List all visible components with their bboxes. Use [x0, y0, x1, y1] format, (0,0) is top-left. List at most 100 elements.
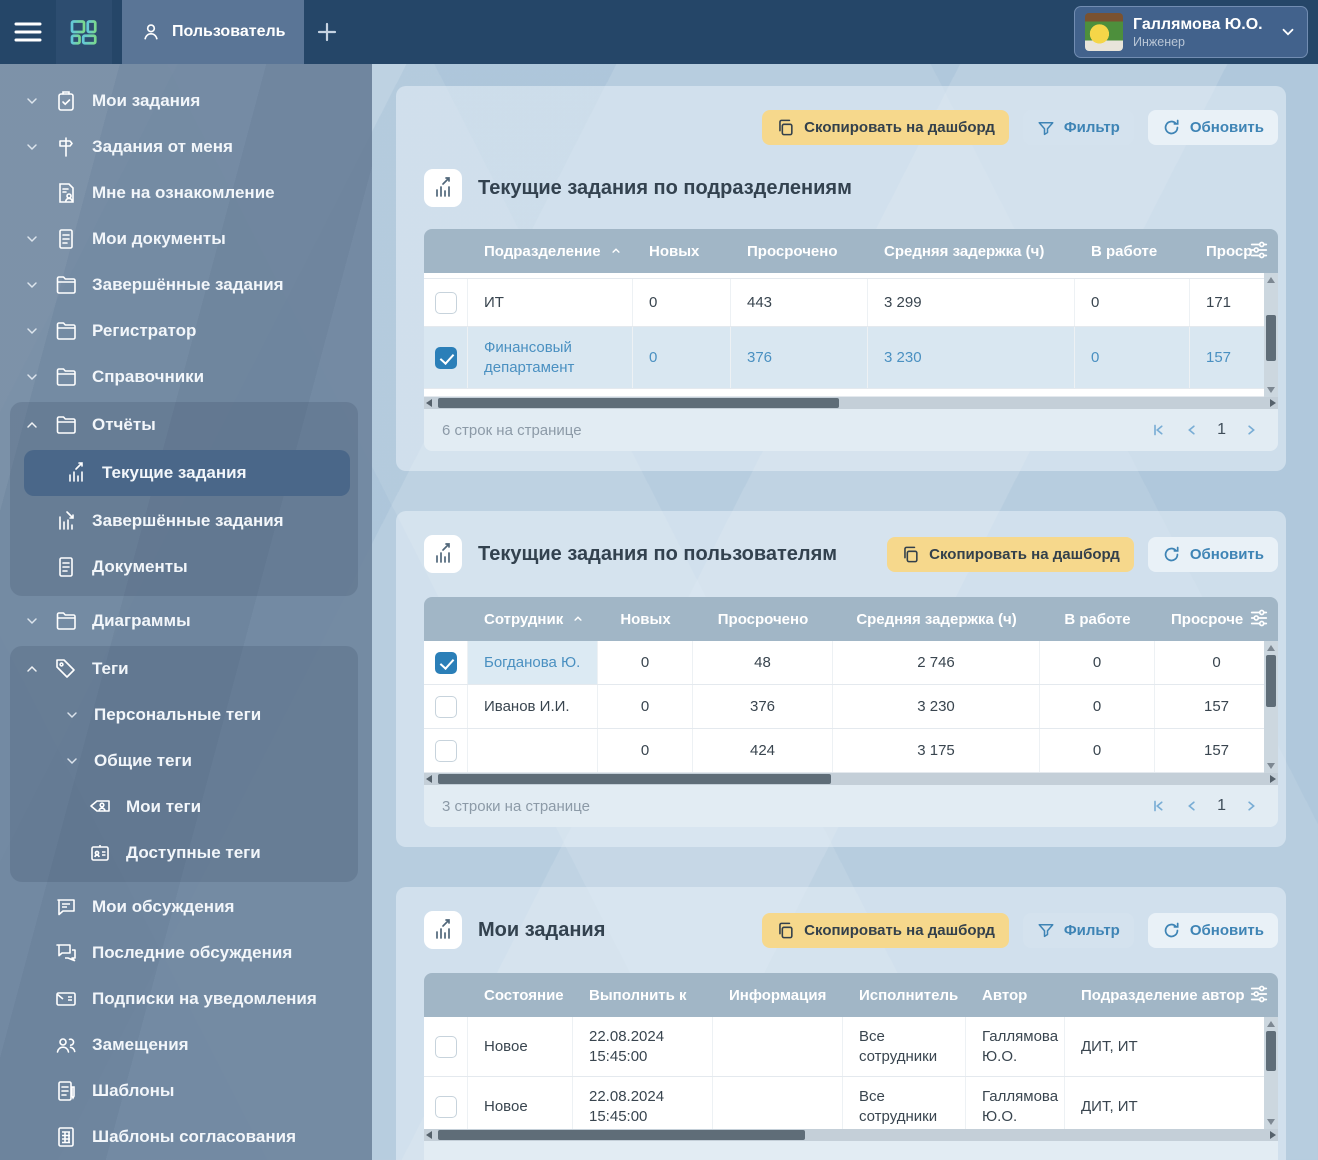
first-page-icon[interactable]: [1149, 797, 1167, 815]
column-settings-icon[interactable]: [1248, 607, 1270, 629]
sidebar-item-approval-templates[interactable]: Шаблоны согласования: [0, 1114, 360, 1160]
scroll-left-arrow[interactable]: [426, 1131, 432, 1139]
filter-button[interactable]: Фильтр: [1023, 913, 1134, 948]
refresh-button[interactable]: Обновить: [1148, 110, 1278, 145]
column-header-author[interactable]: Автор: [966, 987, 1065, 1004]
dashboard-button[interactable]: [56, 0, 112, 64]
table-row-selected[interactable]: Финансовый департамент 0 376 3 230 0 157: [424, 327, 1278, 389]
hamburger-menu-button[interactable]: [0, 0, 56, 64]
scroll-up-arrow[interactable]: [1267, 645, 1275, 651]
sidebar-item-notification-subscriptions[interactable]: Подписки на уведомления: [0, 976, 360, 1022]
sidebar-item-my-tasks[interactable]: Мои задания: [0, 78, 360, 124]
column-header-author-department[interactable]: Подразделение автор: [1065, 987, 1278, 1004]
scroll-right-arrow[interactable]: [1270, 1131, 1276, 1139]
table-row[interactable]: Новое 22.08.2024 15:45:00 Все сотрудники…: [424, 1077, 1278, 1129]
cell-department-link[interactable]: Финансовый департамент: [468, 327, 633, 388]
add-tab-button[interactable]: [304, 0, 350, 64]
scroll-right-arrow[interactable]: [1270, 399, 1276, 407]
refresh-button[interactable]: Обновить: [1148, 537, 1278, 572]
sidebar-item-recent-discussions[interactable]: Последние обсуждения: [0, 930, 360, 976]
column-header-department[interactable]: Подразделение: [468, 243, 633, 260]
row-checkbox[interactable]: [435, 696, 457, 718]
scroll-left-arrow[interactable]: [426, 399, 432, 407]
page-number[interactable]: 1: [1217, 421, 1226, 439]
sidebar-item-my-discussions[interactable]: Мои обсуждения: [0, 884, 360, 930]
table-row[interactable]: Иванов И.И. 0 376 3 230 0 157: [424, 685, 1278, 729]
horizontal-scrollbar[interactable]: [424, 1129, 1278, 1141]
cell-employee-link[interactable]: Богданова Ю.: [468, 641, 598, 684]
row-checkbox[interactable]: [435, 740, 457, 762]
horizontal-scrollbar[interactable]: [424, 773, 1278, 785]
sidebar-item-tasks-from-me[interactable]: Задания от меня: [0, 124, 360, 170]
scrollbar-thumb[interactable]: [438, 774, 831, 784]
scrollbar-thumb[interactable]: [438, 398, 839, 408]
scroll-down-arrow[interactable]: [1267, 387, 1275, 393]
column-header-assignee[interactable]: Исполнитель: [843, 987, 966, 1004]
copy-to-dashboard-button[interactable]: Скопировать на дашборд: [762, 110, 1009, 145]
sidebar-item-substitutions[interactable]: Замещения: [0, 1022, 360, 1068]
scroll-down-arrow[interactable]: [1267, 1119, 1275, 1125]
sidebar-item-templates[interactable]: Шаблоны: [0, 1068, 360, 1114]
sidebar-item-completed-tasks[interactable]: Завершённые задания: [0, 262, 360, 308]
scroll-up-arrow[interactable]: [1267, 1021, 1275, 1027]
sidebar-item-tags[interactable]: Теги: [0, 646, 358, 692]
column-header-info[interactable]: Информация: [713, 987, 843, 1004]
horizontal-scrollbar[interactable]: [424, 397, 1278, 409]
sidebar-item-my-tags[interactable]: Мои теги: [0, 784, 358, 830]
table-row[interactable]: Богданова Ю. 0 48 2 746 0 0: [424, 641, 1278, 685]
sidebar-item-available-tags[interactable]: Доступные теги: [0, 830, 358, 876]
vertical-scrollbar[interactable]: [1264, 641, 1278, 773]
column-header-state[interactable]: Состояние: [468, 987, 573, 1004]
column-header-overdue[interactable]: Просрочено: [731, 243, 868, 260]
prev-page-icon[interactable]: [1183, 797, 1201, 815]
vertical-scrollbar[interactable]: [1264, 273, 1278, 397]
row-checkbox[interactable]: [435, 1096, 457, 1118]
scrollbar-thumb[interactable]: [1266, 1031, 1276, 1071]
refresh-button[interactable]: Обновить: [1148, 913, 1278, 948]
row-checkbox-checked[interactable]: [435, 347, 457, 369]
column-header-new[interactable]: Новых: [633, 243, 731, 260]
row-checkbox-checked[interactable]: [435, 652, 457, 674]
row-checkbox[interactable]: [435, 292, 457, 314]
column-header-employee[interactable]: Сотрудник: [468, 611, 598, 628]
next-page-icon[interactable]: [1242, 797, 1260, 815]
column-header-in-progress[interactable]: В работе: [1075, 243, 1190, 260]
sidebar-item-reports[interactable]: Отчёты: [0, 402, 358, 448]
sidebar-item-reports-documents[interactable]: Документы: [0, 544, 358, 590]
vertical-scrollbar[interactable]: [1264, 1017, 1278, 1129]
copy-to-dashboard-button[interactable]: Скопировать на дашборд: [762, 913, 1009, 948]
sidebar-item-for-review[interactable]: Мне на ознакомление: [0, 170, 360, 216]
scrollbar-thumb[interactable]: [1266, 655, 1276, 707]
user-profile-button[interactable]: Галлямова Ю.О. Инженер: [1074, 6, 1308, 58]
sidebar-item-reports-completed-tasks[interactable]: Завершённые задания: [0, 498, 358, 544]
scroll-left-arrow[interactable]: [426, 775, 432, 783]
column-settings-icon[interactable]: [1248, 983, 1270, 1005]
filter-button[interactable]: Фильтр: [1023, 110, 1134, 145]
sidebar-item-directories[interactable]: Справочники: [0, 354, 360, 400]
column-header-new[interactable]: Новых: [598, 611, 693, 628]
sidebar-item-personal-tags[interactable]: Персональные теги: [0, 692, 358, 738]
first-page-icon[interactable]: [1149, 421, 1167, 439]
sidebar-item-diagrams[interactable]: Диаграммы: [0, 598, 360, 644]
scroll-down-arrow[interactable]: [1267, 763, 1275, 769]
tab-user[interactable]: Пользователь: [122, 0, 304, 64]
sidebar-item-common-tags[interactable]: Общие теги: [0, 738, 358, 784]
table-row[interactable]: 0 424 3 175 0 157: [424, 729, 1278, 773]
column-settings-icon[interactable]: [1248, 239, 1270, 261]
column-header-due[interactable]: Выполнить к: [573, 987, 713, 1004]
copy-to-dashboard-button[interactable]: Скопировать на дашборд: [887, 537, 1134, 572]
prev-page-icon[interactable]: [1183, 421, 1201, 439]
row-checkbox[interactable]: [435, 1036, 457, 1058]
next-page-icon[interactable]: [1242, 421, 1260, 439]
sidebar-item-registrar[interactable]: Регистратор: [0, 308, 360, 354]
column-header-avg-delay[interactable]: Средняя задержка (ч): [833, 611, 1040, 628]
sidebar-item-reports-current-tasks[interactable]: Текущие задания: [24, 450, 350, 496]
scroll-right-arrow[interactable]: [1270, 775, 1276, 783]
table-row[interactable]: ИТ 0 443 3 299 0 171: [424, 279, 1278, 327]
column-header-overdue[interactable]: Просрочено: [693, 611, 833, 628]
table-row[interactable]: Новое 22.08.2024 15:45:00 Все сотрудники…: [424, 1017, 1278, 1077]
page-number[interactable]: 1: [1217, 797, 1226, 815]
sidebar-item-my-documents[interactable]: Мои документы: [0, 216, 360, 262]
column-header-in-progress[interactable]: В работе: [1040, 611, 1155, 628]
scroll-up-arrow[interactable]: [1267, 277, 1275, 283]
